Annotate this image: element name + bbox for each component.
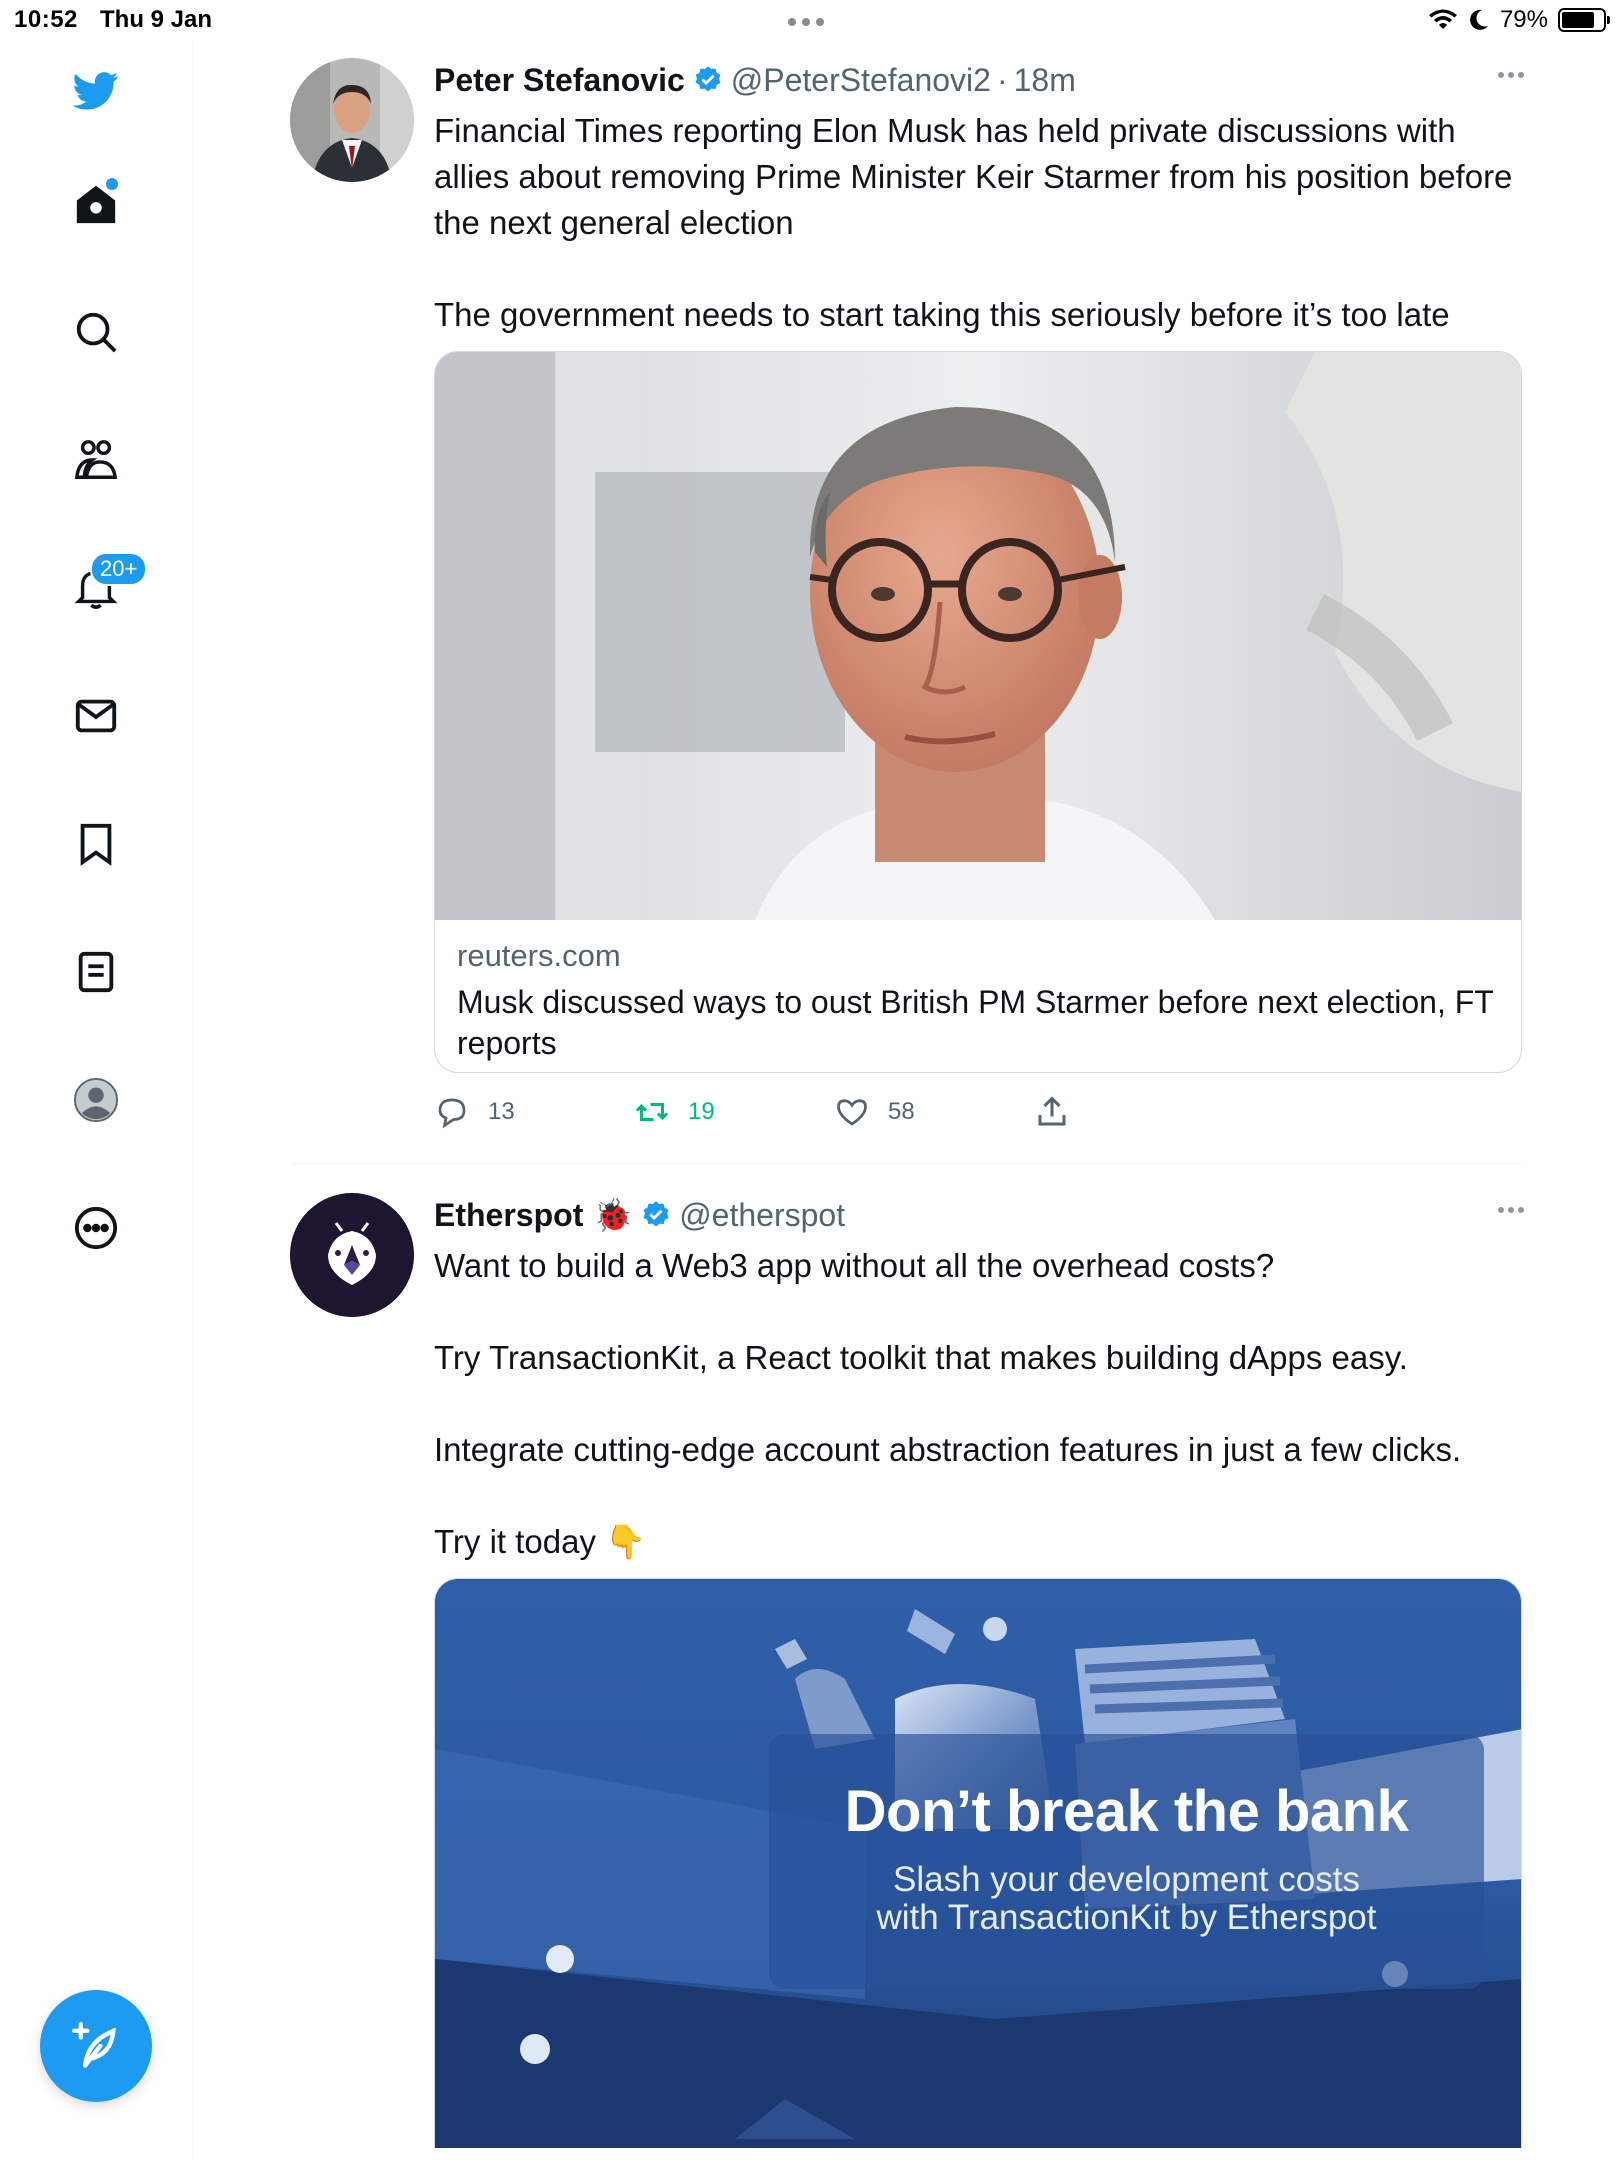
verified-badge-icon	[695, 66, 721, 92]
twitter-bird-icon[interactable]	[56, 50, 136, 130]
profile-avatar-icon[interactable]	[56, 1060, 136, 1140]
status-date: Thu 9 Jan	[100, 6, 213, 33]
home-icon[interactable]	[56, 164, 136, 244]
home-unread-dot	[106, 178, 118, 190]
envelope-icon[interactable]	[56, 676, 136, 756]
author-avatar[interactable]	[290, 58, 414, 182]
search-icon[interactable]	[56, 292, 136, 372]
author-name[interactable]: Etherspot	[434, 1197, 583, 1234]
link-card-image	[435, 352, 1521, 920]
battery-icon	[1558, 8, 1610, 32]
verified-badge-icon	[643, 1201, 669, 1227]
like-count: 58	[888, 1098, 915, 1125]
share-button[interactable]	[1034, 1094, 1070, 1130]
communities-icon[interactable]	[56, 420, 136, 500]
author-handle[interactable]: @etherspot	[679, 1197, 845, 1234]
status-time: 10:52	[14, 6, 78, 33]
tweet-paragraph: Financial Times reporting Elon Musk has …	[434, 112, 1513, 241]
tweet-paragraph: Try it today 👇	[434, 1523, 647, 1560]
tweet-header: Peter Stefanovic @PeterStefanovi2 · 18m	[434, 58, 1524, 102]
link-card[interactable]: reuters.com Musk discussed ways to oust …	[434, 351, 1522, 1073]
heart-icon	[837, 1099, 867, 1126]
retweet-count: 19	[688, 1098, 715, 1125]
link-card-title: Musk discussed ways to oust British PM S…	[457, 984, 1494, 1061]
tweet-header: Etherspot 🐞 @etherspot	[434, 1193, 1524, 1237]
reply-icon	[438, 1098, 466, 1129]
author-handle[interactable]: @PeterStefanovi2	[731, 62, 991, 99]
tweet-paragraph: Integrate cutting-edge account abstracti…	[434, 1431, 1462, 1468]
more-circle-icon[interactable]	[56, 1188, 136, 1268]
battery-percent: 79%	[1499, 6, 1548, 33]
compose-button[interactable]	[40, 1990, 152, 2102]
more-options-icon[interactable]	[1498, 1207, 1524, 1213]
promo-subtitle-line2: with TransactionKit by Etherspot	[876, 1898, 1377, 1937]
tweet[interactable]: Peter Stefanovic @PeterStefanovi2 · 18m …	[290, 58, 1524, 1153]
tweet-time[interactable]: 18m	[1014, 62, 1076, 99]
retweet-icon	[635, 1103, 669, 1121]
tweet-actions: 13 19 58	[434, 1094, 1522, 1134]
promo-media[interactable]: Don’t break the bank Slash your developm…	[434, 1578, 1522, 2148]
promo-overlay: Don’t break the bank Slash your developm…	[769, 1734, 1484, 1989]
moon-icon	[1470, 9, 1488, 30]
sidebar-nav: 20+	[0, 40, 193, 2160]
multitasking-dots[interactable]	[788, 18, 824, 26]
tweet-paragraph: Try TransactionKit, a React toolkit that…	[434, 1339, 1408, 1376]
promo-subtitle-line1: Slash your development costs	[893, 1860, 1360, 1899]
notification-badge: 20+	[90, 552, 148, 586]
reply-count: 13	[488, 1098, 515, 1125]
tweet[interactable]: Etherspot 🐞 @etherspot Want to build a W…	[290, 1193, 1524, 2160]
bell-icon[interactable]: 20+	[56, 548, 148, 628]
status-bar: 10:52 Thu 9 Jan 79%	[0, 0, 1620, 40]
share-icon	[1038, 1096, 1066, 1126]
tweet-text: Want to build a Web3 app without all the…	[434, 1243, 1524, 1565]
author-name[interactable]: Peter Stefanovic	[434, 62, 685, 99]
tweet-paragraph: The government needs to start taking thi…	[434, 296, 1450, 333]
tweet-body: Peter Stefanovic @PeterStefanovi2 · 18m …	[434, 58, 1524, 1129]
status-right: 79%	[1428, 6, 1610, 34]
wifi-icon	[1428, 9, 1457, 29]
list-icon[interactable]	[56, 932, 136, 1012]
author-avatar[interactable]	[290, 1193, 414, 1317]
separator-dot: ·	[996, 61, 1008, 98]
tweet-body: Etherspot 🐞 @etherspot Want to build a W…	[434, 1193, 1524, 2148]
ladybug-emoji: 🐞	[593, 1197, 634, 1233]
bookmark-icon[interactable]	[56, 804, 136, 884]
tweet-paragraph: Want to build a Web3 app without all the…	[434, 1247, 1275, 1284]
reply-button[interactable]: 13	[434, 1094, 515, 1130]
more-options-icon[interactable]	[1498, 72, 1524, 78]
tweet-divider	[290, 1163, 1522, 1164]
like-button[interactable]: 58	[834, 1094, 915, 1130]
link-card-meta: reuters.com Musk discussed ways to oust …	[435, 920, 1521, 1072]
tweet-text: Financial Times reporting Elon Musk has …	[434, 108, 1524, 338]
compose-feather-icon	[72, 2022, 116, 2068]
promo-title: Don’t break the bank	[844, 1779, 1409, 1844]
link-card-domain: reuters.com	[457, 938, 621, 973]
retweet-button[interactable]: 19	[634, 1094, 715, 1130]
